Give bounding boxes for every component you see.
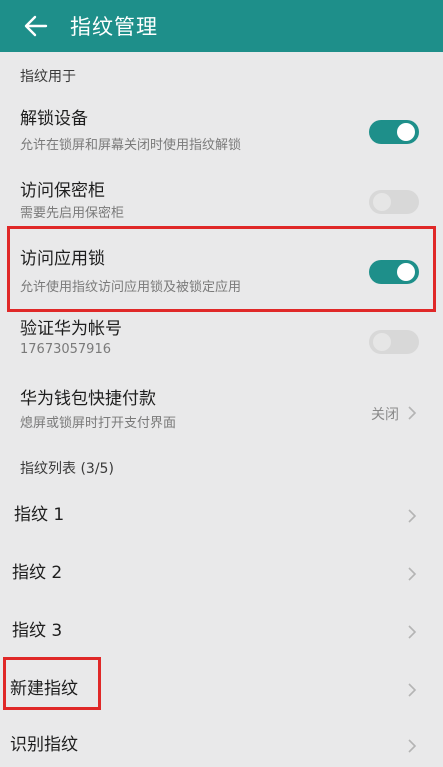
- fingerprint-label: 指纹 1: [14, 505, 65, 525]
- verify-account-toggle[interactable]: [369, 330, 419, 354]
- chevron-right-icon: [408, 406, 417, 420]
- section-header-fingerprint-use: 指纹用于: [20, 69, 76, 85]
- setting-description: 熄屏或锁屏时打开支付界面: [20, 416, 177, 431]
- chevron-right-icon: [408, 739, 417, 753]
- setting-huawei-wallet-quick-pay[interactable]: 华为钱包快捷付款 熄屏或锁屏时打开支付界面 关闭: [0, 384, 443, 434]
- back-arrow-icon[interactable]: [24, 14, 48, 38]
- toggle-knob: [373, 333, 391, 351]
- setting-label: 访问应用锁: [20, 249, 105, 269]
- fingerprint-label: 指纹 2: [12, 563, 63, 583]
- setting-description: 允许在锁屏和屏幕关闭时使用指纹解锁: [20, 138, 242, 153]
- setting-access-safe[interactable]: 访问保密柜 需要先启用保密柜: [0, 172, 443, 230]
- setting-description: 允许使用指纹访问应用锁及被锁定应用: [20, 280, 242, 295]
- list-item-fingerprint-2[interactable]: 指纹 2: [0, 548, 443, 598]
- page-title: 指纹管理: [70, 15, 158, 39]
- toggle-knob: [397, 123, 415, 141]
- section-header-fingerprint-list: 指纹列表 (3/5): [20, 461, 114, 477]
- setting-label: 华为钱包快捷付款: [20, 389, 156, 409]
- toggle-knob: [373, 193, 391, 211]
- identify-fingerprint-label: 识别指纹: [10, 735, 78, 755]
- app-lock-toggle[interactable]: [369, 260, 419, 284]
- list-item-identify-fingerprint[interactable]: 识别指纹: [0, 722, 443, 767]
- app-bar: 指纹管理: [0, 0, 443, 52]
- setting-label: 验证华为帐号: [20, 319, 122, 339]
- setting-value: 关闭: [371, 407, 399, 423]
- setting-unlock-device[interactable]: 解锁设备 允许在锁屏和屏幕关闭时使用指纹解锁: [0, 100, 443, 160]
- unlock-device-toggle[interactable]: [369, 120, 419, 144]
- toggle-knob: [397, 263, 415, 281]
- new-fingerprint-label: 新建指纹: [10, 679, 78, 699]
- list-item-fingerprint-1[interactable]: 指纹 1: [0, 490, 443, 540]
- chevron-right-icon: [408, 625, 417, 639]
- setting-label: 访问保密柜: [20, 181, 105, 201]
- list-item-new-fingerprint[interactable]: 新建指纹: [0, 664, 443, 714]
- fingerprint-label: 指纹 3: [12, 621, 63, 641]
- setting-description: 需要先启用保密柜: [20, 206, 125, 221]
- setting-description: 17673057916: [20, 342, 111, 357]
- access-safe-toggle[interactable]: [369, 190, 419, 214]
- setting-label: 解锁设备: [20, 109, 88, 129]
- chevron-right-icon: [408, 509, 417, 523]
- list-item-fingerprint-3[interactable]: 指纹 3: [0, 606, 443, 656]
- setting-verify-huawei-account[interactable]: 验证华为帐号 17673057916: [0, 314, 443, 364]
- chevron-right-icon: [408, 567, 417, 581]
- setting-access-app-lock[interactable]: 访问应用锁 允许使用指纹访问应用锁及被锁定应用: [0, 244, 443, 300]
- chevron-right-icon: [408, 683, 417, 697]
